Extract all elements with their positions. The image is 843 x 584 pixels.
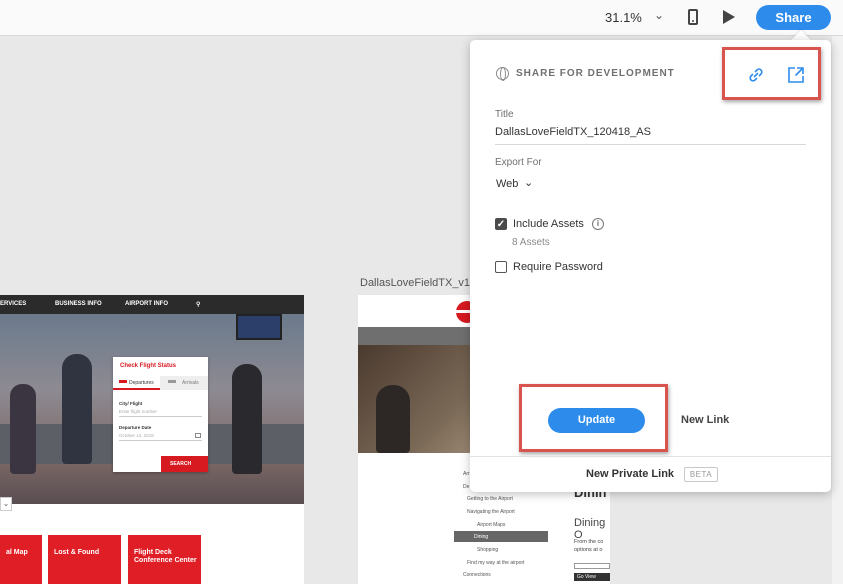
flight-status-card: Check Flight Status Departures Arrivals … [113, 357, 208, 472]
highlight-box-link-actions [722, 47, 821, 100]
top-toolbar: 31.1% ⌄ Share [0, 0, 843, 36]
play-icon[interactable] [723, 10, 735, 24]
link-icon[interactable] [747, 66, 765, 84]
open-external-icon[interactable] [787, 66, 805, 84]
artboard-label[interactable]: DallasLoveFieldTX_v1 [360, 277, 472, 289]
tile-lost-found: Lost & Found [48, 535, 121, 584]
new-private-link-button[interactable]: New Private Link [586, 468, 674, 480]
export-label: Export For [495, 157, 542, 168]
canvas-edge [832, 36, 843, 584]
artboard-nav-bar: ERVICES BUSINESS INFO AIRPORT INFO ⚲ [0, 295, 304, 314]
dining-paragraph: From the co options at o [574, 539, 604, 553]
nav-item-services: ERVICES [0, 301, 27, 307]
side-nav-item: Find my way at the airport [467, 560, 525, 566]
chevron-down-icon[interactable]: ⌄ [0, 497, 12, 511]
globe-icon [496, 67, 509, 81]
dining-button: Go View [574, 573, 610, 581]
search-button: SEARCH [161, 456, 208, 472]
share-heading: SHARE FOR DEVELOPMENT [516, 68, 675, 79]
tile-conference-center: Flight Deck Conference Center [128, 535, 201, 584]
zoom-chevron-down-icon[interactable]: ⌄ [654, 8, 664, 22]
person-figure [10, 384, 36, 474]
include-assets-label[interactable]: Include Assets [513, 218, 584, 230]
calendar-icon [195, 433, 201, 438]
side-nav-item: De [463, 484, 470, 490]
title-label: Title [495, 109, 514, 120]
nav-item-business-info: BUSINESS INFO [55, 301, 102, 307]
tab-arrivals: Arrivals [160, 376, 208, 390]
info-icon[interactable]: i [592, 218, 604, 230]
tab-departures: Departures [113, 376, 160, 390]
mobile-device-icon[interactable] [688, 9, 698, 25]
city-label: City/ Flight [119, 401, 143, 406]
person-figure [62, 354, 92, 464]
tiles-row: al Map Lost & Found Flight Deck Conferen… [0, 535, 304, 584]
nav-search-icon: ⚲ [196, 302, 201, 308]
side-nav-item: Airport Maps [477, 522, 506, 528]
dining-input [574, 563, 610, 569]
monitor-screen [236, 314, 282, 340]
include-assets-checkbox[interactable]: ✓ [495, 218, 507, 230]
card-title: Check Flight Status [120, 363, 177, 369]
require-password-checkbox[interactable] [495, 261, 507, 273]
side-nav-item: Navigating the Airport [467, 509, 515, 515]
tile-map: al Map [0, 535, 42, 584]
update-button[interactable]: Update [548, 408, 645, 433]
city-placeholder: Enter flight number [119, 409, 158, 414]
title-underline [495, 144, 806, 145]
date-value: October 12, 2018 [119, 433, 154, 438]
export-dropdown[interactable]: Web [496, 178, 518, 190]
plane-icon [168, 380, 176, 383]
zoom-level[interactable]: 31.1% [605, 10, 642, 25]
person-figure [376, 385, 410, 453]
nav-item-airport-info: AIRPORT INFO [125, 301, 168, 307]
side-nav-item: Arr [463, 471, 470, 477]
title-field[interactable]: DallasLoveFieldTX_120418_AS [495, 126, 651, 138]
beta-badge: BETA [684, 467, 718, 482]
divider [470, 456, 831, 457]
assets-count: 8 Assets [512, 237, 550, 248]
require-password-label[interactable]: Require Password [513, 261, 603, 273]
date-label: Departure Date [119, 425, 152, 430]
chevron-down-icon[interactable]: ⌄ [524, 176, 533, 189]
side-nav-item: Shopping [477, 547, 499, 553]
person-figure [232, 364, 262, 474]
side-nav-item: Getting to the Airport [467, 496, 513, 502]
plane-icon [119, 380, 127, 383]
side-nav-item-selected: Dining [454, 531, 548, 542]
share-button[interactable]: Share [756, 5, 831, 30]
new-link-button[interactable]: New Link [681, 414, 729, 426]
side-nav-item: Connections [463, 572, 491, 578]
artboard-homepage[interactable]: ERVICES BUSINESS INFO AIRPORT INFO ⚲ Che… [0, 295, 304, 584]
